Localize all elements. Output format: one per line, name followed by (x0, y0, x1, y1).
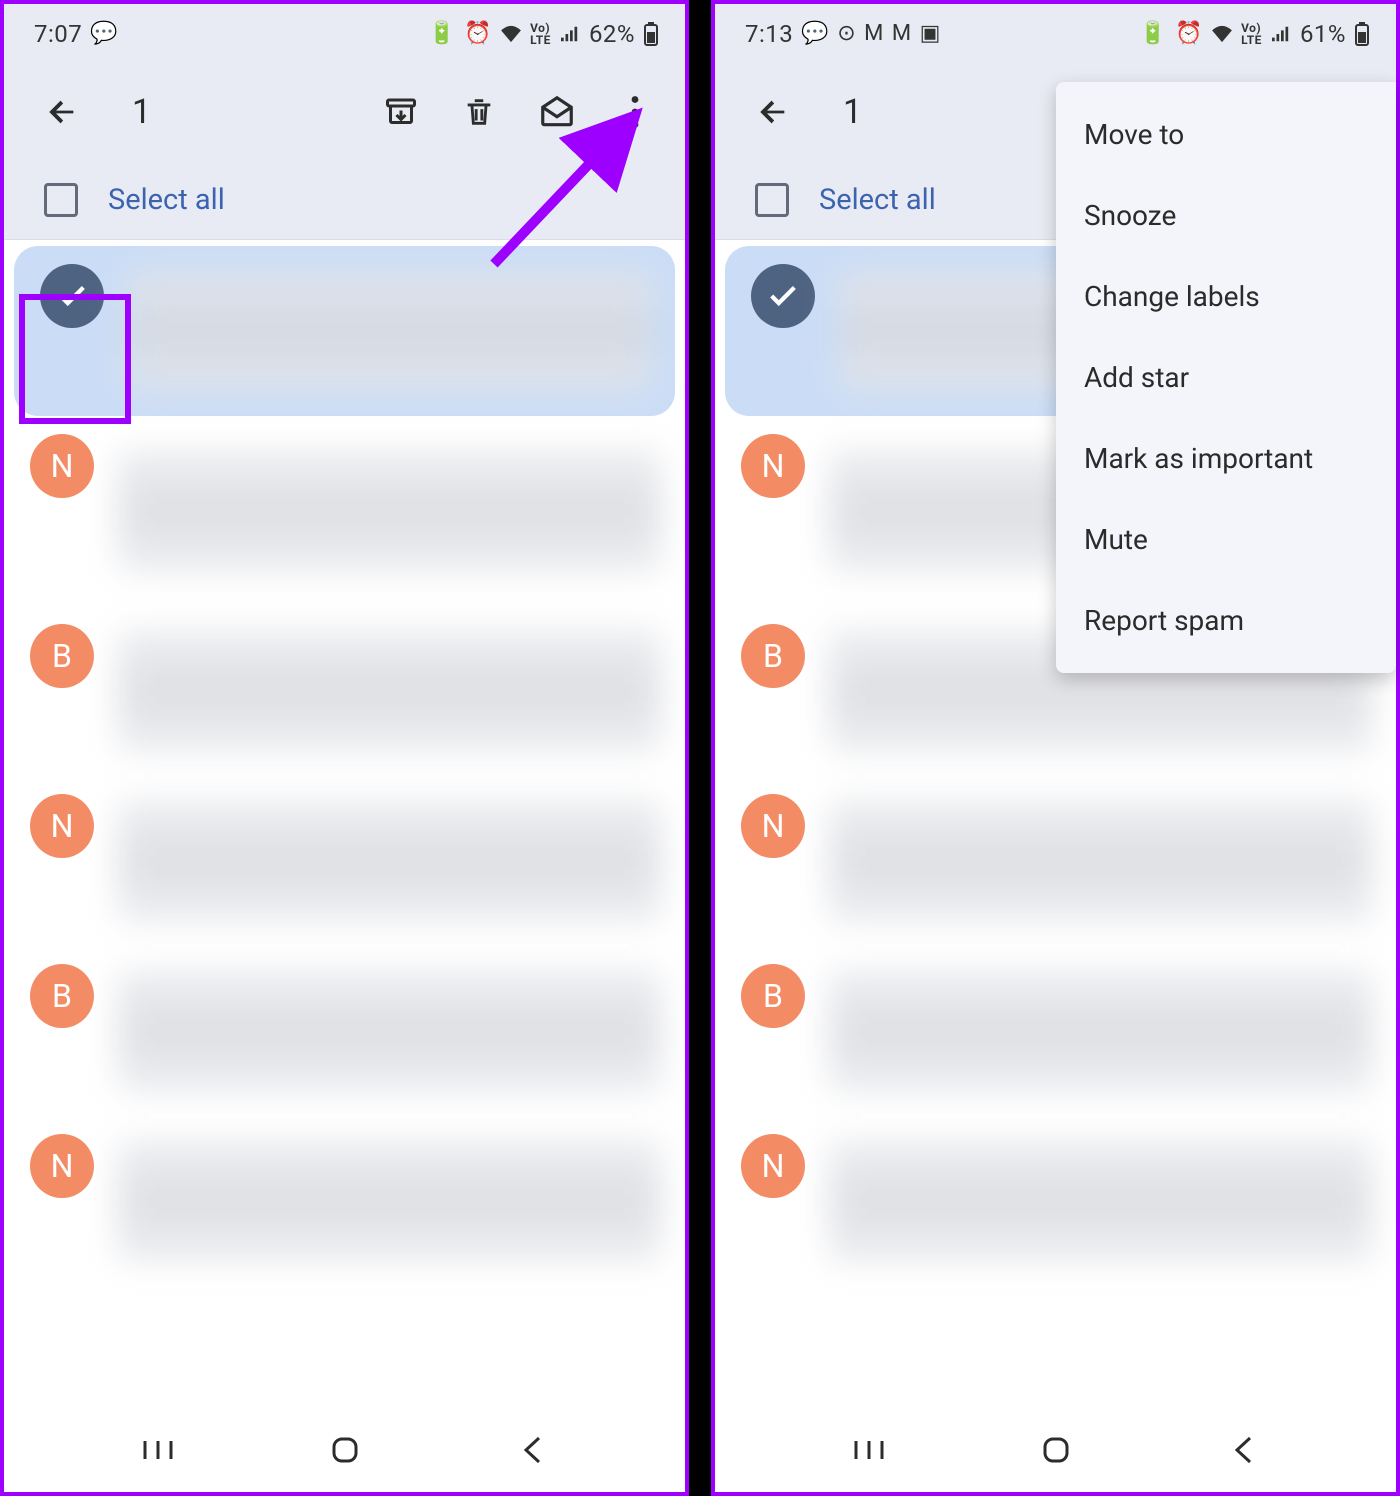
select-all-checkbox[interactable] (44, 183, 78, 217)
android-nav-bar (715, 1408, 1396, 1492)
select-all-row[interactable]: Select all (4, 160, 685, 240)
battery-icon (1354, 22, 1370, 46)
overflow-menu: Move to Snooze Change labels Add star Ma… (1056, 82, 1396, 673)
signal-icon (1270, 25, 1292, 43)
annotation-highlight (19, 294, 131, 424)
volte-icon: Vo)LTE (530, 22, 551, 46)
email-content-blurred (118, 631, 661, 751)
delete-button[interactable] (457, 90, 501, 134)
menu-report-spam[interactable]: Report spam (1056, 580, 1396, 661)
avatar[interactable]: N (741, 434, 805, 498)
email-row[interactable]: B (4, 946, 685, 1116)
home-button[interactable] (1034, 1436, 1078, 1464)
avatar[interactable]: B (741, 964, 805, 1028)
selection-count: 1 (132, 92, 151, 132)
screenshot-divider (689, 0, 711, 1496)
android-nav-bar (4, 1408, 685, 1492)
volte-icon: Vo)LTE (1241, 22, 1262, 46)
email-content-blurred (118, 971, 661, 1091)
alarm-icon: ⏰ (464, 23, 492, 45)
alarm-icon: ⏰ (1175, 23, 1203, 45)
avatar[interactable]: N (741, 1134, 805, 1198)
signal-icon (559, 25, 581, 43)
email-row[interactable]: B (4, 606, 685, 776)
recents-button[interactable] (847, 1436, 891, 1464)
menu-move-to[interactable]: Move to (1056, 94, 1396, 175)
archive-button[interactable] (379, 90, 423, 134)
selected-check-avatar[interactable] (751, 264, 815, 328)
avatar[interactable]: B (741, 624, 805, 688)
email-content-blurred (829, 801, 1372, 921)
select-all-label: Select all (108, 183, 225, 217)
avatar[interactable]: N (30, 794, 94, 858)
email-row[interactable]: N (715, 776, 1396, 946)
email-content-blurred (829, 971, 1372, 1091)
mark-read-button[interactable] (535, 90, 579, 134)
status-time: 7:07 (34, 20, 82, 48)
avatar[interactable]: B (30, 624, 94, 688)
back-button[interactable] (40, 90, 84, 134)
chat-icon: 💬 (90, 23, 118, 45)
email-content-blurred (128, 271, 651, 391)
gmail-icon: M (892, 23, 912, 45)
back-nav-button[interactable] (1221, 1436, 1265, 1464)
avatar[interactable]: B (30, 964, 94, 1028)
email-content-blurred (829, 1141, 1372, 1261)
email-row[interactable]: N (4, 416, 685, 606)
avatar[interactable]: N (741, 794, 805, 858)
chat-icon: 💬 (801, 23, 829, 45)
wifi-icon (500, 25, 522, 43)
home-button[interactable] (323, 1436, 367, 1464)
email-row[interactable]: B (715, 946, 1396, 1116)
reminder-icon: 🔋 (1139, 23, 1167, 45)
menu-add-star[interactable]: Add star (1056, 337, 1396, 418)
reminder-icon: 🔋 (428, 23, 456, 45)
gmail-icon: M (864, 23, 884, 45)
email-row[interactable]: N (4, 1116, 685, 1286)
menu-mute[interactable]: Mute (1056, 499, 1396, 580)
overflow-menu-button[interactable] (613, 90, 657, 134)
image-icon: ▣ (920, 23, 941, 45)
select-all-label: Select all (819, 183, 936, 217)
email-content-blurred (118, 451, 661, 571)
select-all-checkbox[interactable] (755, 183, 789, 217)
status-bar: 7:07 💬 🔋 ⏰ Vo)LTE 62% (4, 4, 685, 64)
selection-count: 1 (843, 92, 862, 132)
menu-snooze[interactable]: Snooze (1056, 175, 1396, 256)
app-bar: 1 (4, 64, 685, 160)
email-content-blurred (118, 801, 661, 921)
recents-button[interactable] (136, 1436, 180, 1464)
status-bar: 7:13 💬 ⊙ M M ▣ 🔋 ⏰ Vo)LTE 61% (715, 4, 1396, 64)
email-row[interactable]: N (4, 776, 685, 946)
avatar[interactable]: N (30, 1134, 94, 1198)
left-phone: 7:07 💬 🔋 ⏰ Vo)LTE 62% 1 (0, 0, 689, 1496)
right-phone: 7:13 💬 ⊙ M M ▣ 🔋 ⏰ Vo)LTE 61% 1 (711, 0, 1400, 1496)
wifi-icon (1211, 25, 1233, 43)
email-content-blurred (118, 1141, 661, 1261)
battery-icon (643, 22, 659, 46)
status-battery: 62% (589, 20, 635, 48)
status-time: 7:13 (745, 20, 793, 48)
avatar[interactable]: N (30, 434, 94, 498)
menu-mark-important[interactable]: Mark as important (1056, 418, 1396, 499)
back-button[interactable] (751, 90, 795, 134)
email-row[interactable]: N (715, 1116, 1396, 1286)
status-battery: 61% (1300, 20, 1346, 48)
whatsapp-icon: ⊙ (837, 23, 856, 45)
back-nav-button[interactable] (510, 1436, 554, 1464)
menu-change-labels[interactable]: Change labels (1056, 256, 1396, 337)
